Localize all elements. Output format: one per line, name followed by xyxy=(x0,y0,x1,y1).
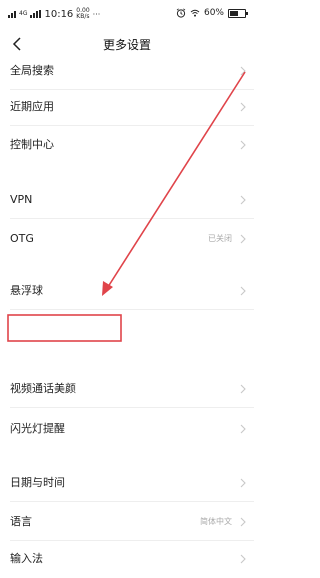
settings-row[interactable]: OTG 已关闭 xyxy=(0,220,254,258)
overflow-notifications: ··· xyxy=(92,9,101,19)
network-type: 4G xyxy=(19,10,28,17)
chevron-right-icon xyxy=(240,234,246,244)
row-divider xyxy=(10,501,254,502)
settings-row[interactable]: VPN xyxy=(0,181,254,219)
battery-fill xyxy=(230,10,239,16)
settings-row-label: OTG xyxy=(10,232,34,245)
settings-row-label: 语言 xyxy=(10,515,32,528)
chevron-right-icon xyxy=(240,517,246,527)
status-bar: 4G 10:16 0.00 KB/s ··· 60% xyxy=(0,0,254,26)
status-right: 60% xyxy=(176,8,248,18)
chevron-right-icon xyxy=(240,195,246,205)
chevron-right-icon xyxy=(240,66,246,76)
settings-row[interactable]: 日期与时间 xyxy=(0,464,254,502)
settings-row-label: 闪光灯提醒 xyxy=(10,422,65,435)
settings-row[interactable]: 视频通话美颜 xyxy=(0,370,254,408)
settings-row-label: 近期应用 xyxy=(10,100,54,113)
settings-row-label: VPN xyxy=(10,193,33,206)
chevron-right-icon xyxy=(240,102,246,112)
clock-time: 10:16 xyxy=(44,8,74,20)
chevron-right-icon xyxy=(240,286,246,296)
battery-icon xyxy=(228,8,248,18)
chevron-right-icon xyxy=(240,554,246,564)
settings-row[interactable]: 悬浮球 xyxy=(0,272,254,310)
settings-row[interactable]: 语言 简体中文 xyxy=(0,503,254,541)
chevron-right-icon xyxy=(240,140,246,150)
battery-percent: 60% xyxy=(203,8,224,18)
settings-row-label: 视频通话美颜 xyxy=(10,382,76,395)
row-divider xyxy=(10,218,254,219)
settings-row-label: 全局搜索 xyxy=(10,64,54,77)
wifi-icon xyxy=(190,9,200,17)
settings-row[interactable]: 输入法 xyxy=(0,540,254,578)
settings-row-label: 悬浮球 xyxy=(10,284,43,297)
row-divider xyxy=(10,309,254,310)
chevron-right-icon xyxy=(240,478,246,488)
network-speed: 0.00 KB/s xyxy=(76,8,89,20)
page-title: 更多设置 xyxy=(102,38,151,52)
settings-row[interactable]: 闪光灯提醒 xyxy=(0,410,254,448)
settings-row-label: 日期与时间 xyxy=(10,476,65,489)
signal-icon-2 xyxy=(30,10,42,18)
signal-icon xyxy=(8,10,16,18)
chevron-right-icon xyxy=(240,424,246,434)
alarm-icon xyxy=(176,8,186,18)
status-left: 4G 10:16 0.00 KB/s ··· xyxy=(8,8,100,20)
settings-row-label: 输入法 xyxy=(10,552,43,565)
annotation-highlight-box xyxy=(7,314,122,342)
chevron-right-icon xyxy=(240,384,246,394)
settings-row[interactable]: 全局搜索 xyxy=(0,52,254,90)
row-divider xyxy=(10,407,254,408)
network-speed-unit: KB/s xyxy=(76,13,90,20)
settings-row-label: 控制中心 xyxy=(10,138,54,151)
settings-row[interactable]: 控制中心 xyxy=(0,126,254,164)
settings-row-value: 已关闭 xyxy=(208,234,232,243)
settings-row[interactable]: 近期应用 xyxy=(0,88,254,126)
settings-row-value: 简体中文 xyxy=(200,517,232,526)
